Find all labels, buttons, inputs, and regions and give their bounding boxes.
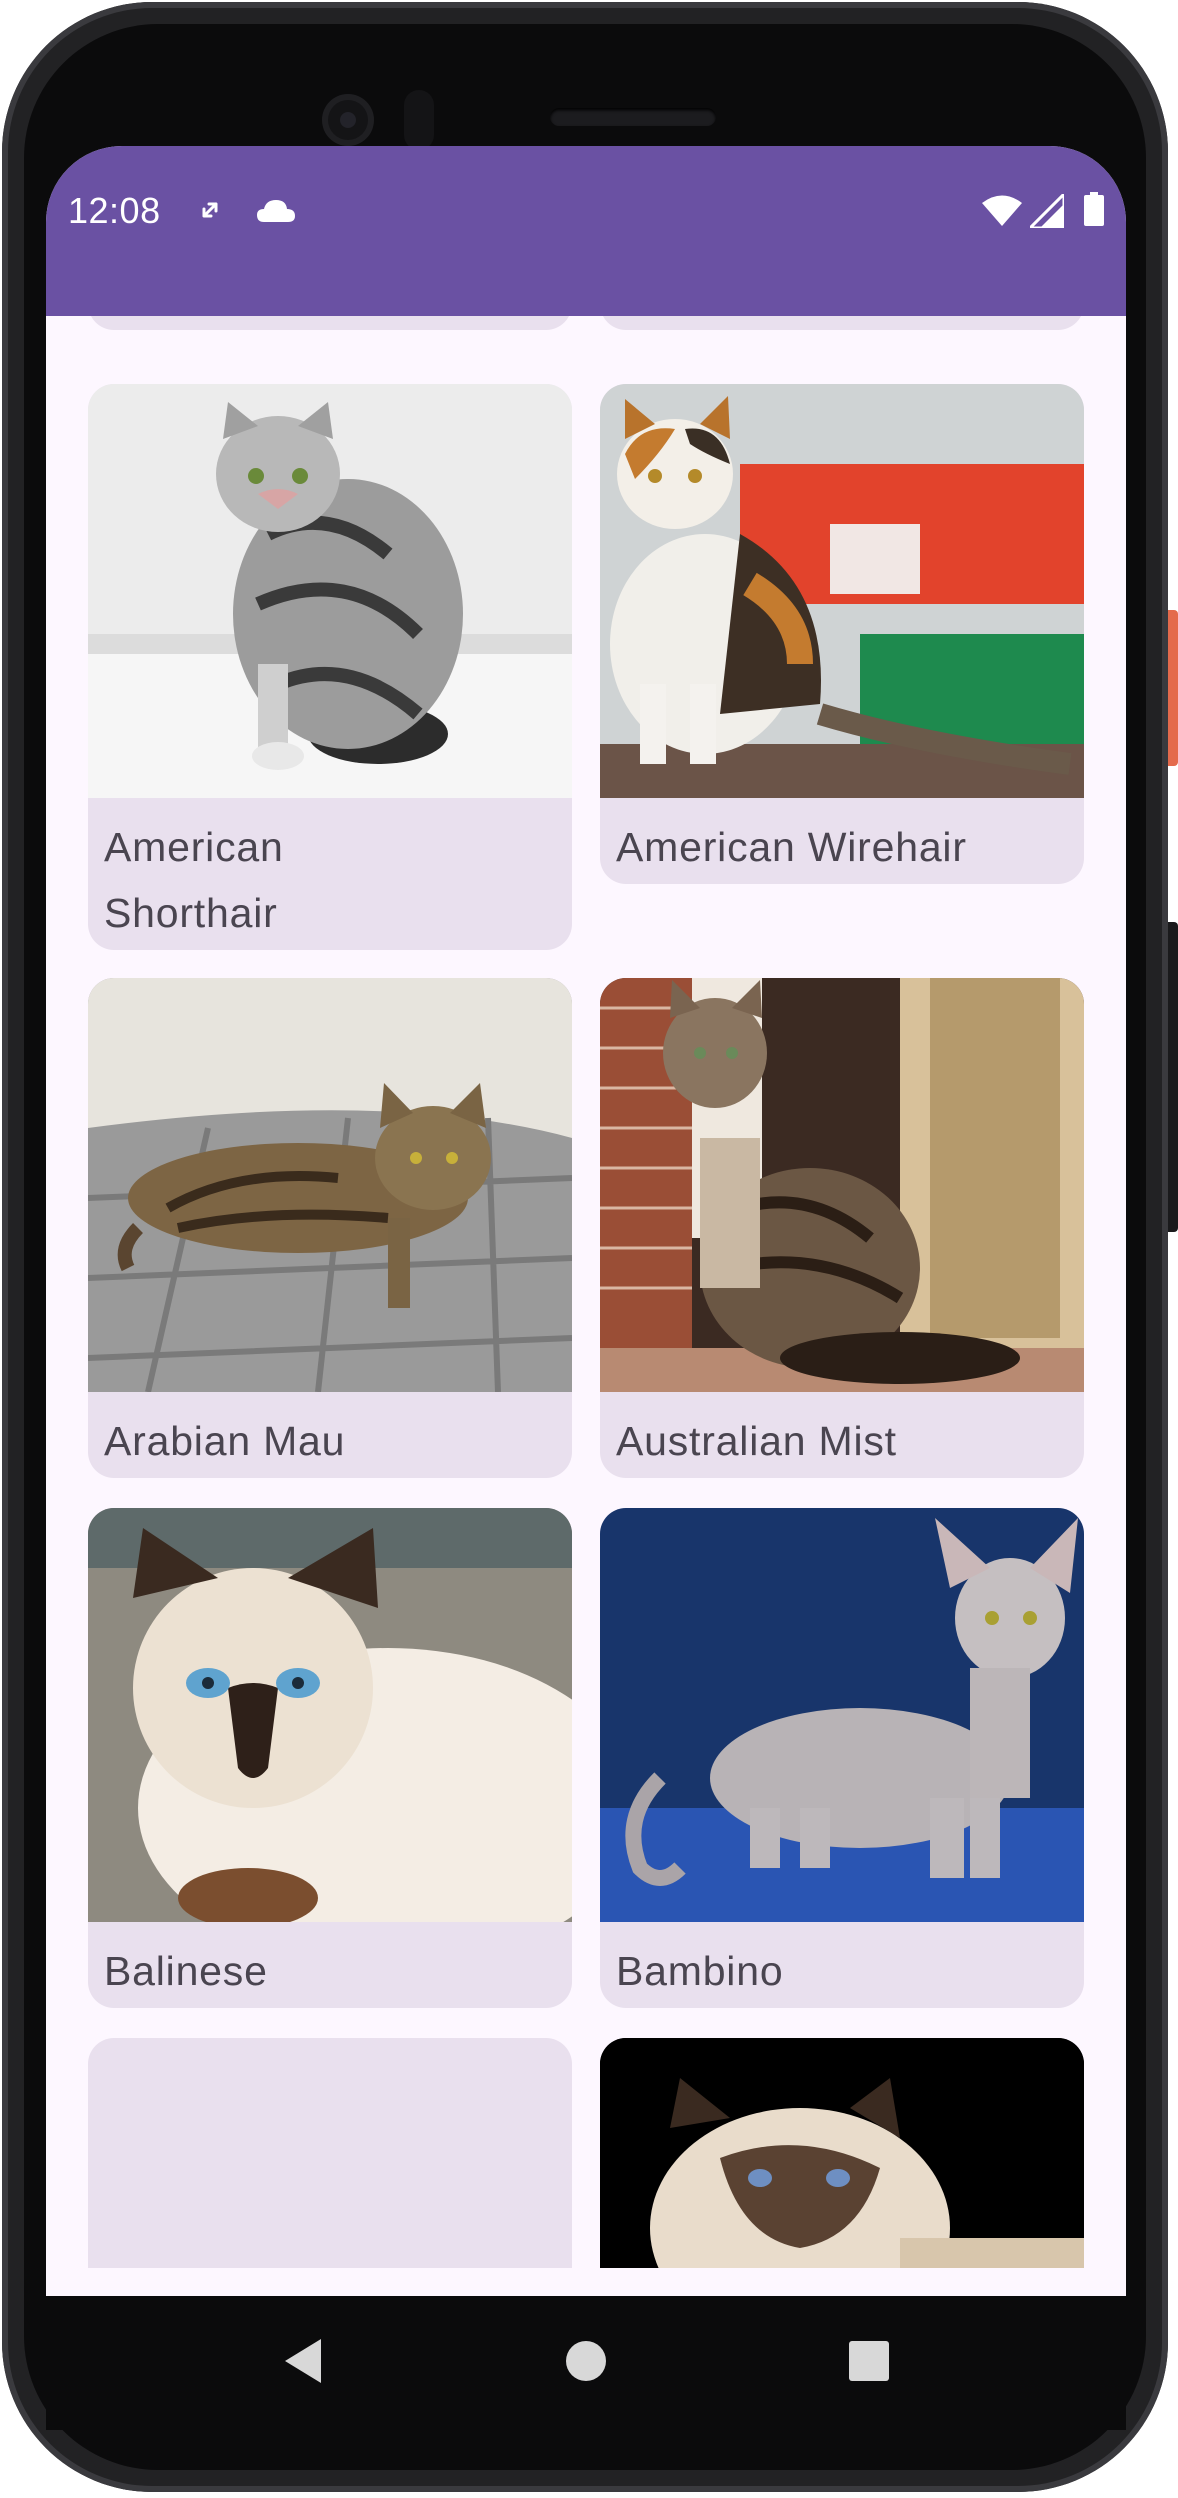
- cat-card-partial[interactable]: [600, 316, 1084, 330]
- cat-name-label: American Wirehair: [616, 824, 967, 870]
- volume-button: [1168, 922, 1178, 1232]
- cloud-icon: [257, 200, 295, 222]
- cat-name-label: American Shorthair: [104, 814, 544, 946]
- cat-name-label: Arabian Mau: [104, 1418, 346, 1464]
- power-button: [1168, 610, 1178, 766]
- cat-name-label: Bambino: [616, 1948, 784, 1994]
- cat-card[interactable]: Australian Mist: [600, 978, 1084, 1478]
- cat-name-line: American: [104, 824, 284, 870]
- cat-name-label: Balinese: [104, 1948, 268, 1994]
- status-bar: 12:08: [46, 146, 1126, 316]
- battery-icon: [1084, 192, 1104, 226]
- status-time: 12:08: [68, 190, 161, 231]
- home-icon: [566, 2341, 606, 2381]
- cat-card[interactable]: Balinese: [88, 1508, 572, 2008]
- cat-photo: [88, 1508, 572, 1922]
- cat-photo: [600, 1508, 1084, 1922]
- cat-card[interactable]: Arabian Mau: [88, 978, 572, 1478]
- cat-photo: [88, 978, 572, 1392]
- cat-name-label: Australian Mist: [616, 1418, 897, 1464]
- back-button[interactable]: [268, 2326, 338, 2396]
- cat-photo: [88, 384, 572, 798]
- cat-photo: [600, 978, 1084, 1392]
- proximity-sensor: [404, 90, 434, 150]
- cat-card[interactable]: American Shorthair: [88, 384, 572, 950]
- app-screen: 12:08 American Shorthair American Wireha…: [46, 146, 1126, 2296]
- home-button[interactable]: [551, 2326, 621, 2396]
- cat-card[interactable]: Bambino: [600, 1508, 1084, 2008]
- cat-name-line: Shorthair: [104, 890, 278, 936]
- front-camera: [322, 94, 374, 146]
- recents-icon: [849, 2341, 889, 2381]
- cat-grid[interactable]: American Shorthair American Wirehair Ara…: [46, 316, 1126, 2268]
- cat-photo: [600, 384, 1084, 798]
- cat-photo: [600, 2038, 1084, 2268]
- cat-card[interactable]: American Wirehair: [600, 384, 1084, 884]
- earpiece-speaker: [550, 108, 716, 126]
- navigation-bar: [46, 2296, 1126, 2430]
- recents-button[interactable]: [834, 2326, 904, 2396]
- wifi-icon: [982, 195, 1022, 226]
- cat-card-loading[interactable]: [88, 2038, 572, 2268]
- back-icon: [285, 2339, 321, 2383]
- cat-card-partial[interactable]: [600, 2038, 1084, 2268]
- sync-icon: [202, 202, 218, 218]
- signal-icon: [1030, 194, 1064, 228]
- cat-card-partial[interactable]: [88, 316, 572, 330]
